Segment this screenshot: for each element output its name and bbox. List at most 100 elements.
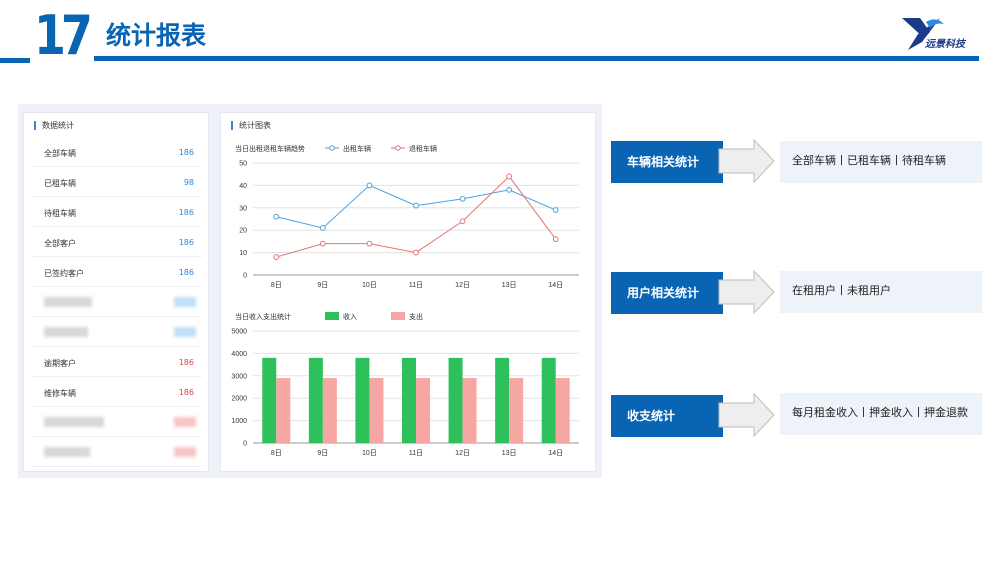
series-line xyxy=(276,175,557,258)
page-title: 统计报表 xyxy=(106,21,207,50)
stat-value: 186 xyxy=(178,208,194,217)
redacted-label xyxy=(44,417,104,427)
arrow-right-icon xyxy=(718,270,775,314)
stat-row: 逾期客户 186 xyxy=(32,347,202,377)
y-tick-label: 30 xyxy=(239,205,247,212)
legend-marker xyxy=(395,145,401,151)
data-point xyxy=(413,202,419,209)
redacted-label xyxy=(44,447,90,457)
y-tick-label: 10 xyxy=(239,250,247,257)
redacted-label xyxy=(44,297,92,307)
stat-value: 98 xyxy=(183,178,194,187)
redacted-value xyxy=(174,327,196,337)
x-tick-label: 14日 xyxy=(548,281,563,289)
x-tick-label: 8日 xyxy=(271,281,282,289)
data-point xyxy=(319,240,326,247)
stat-value: 186 xyxy=(178,238,194,247)
bar xyxy=(322,378,337,443)
x-tick-label: 12日 xyxy=(455,449,470,457)
header-rule xyxy=(94,56,979,61)
stat-value: 186 xyxy=(178,148,194,157)
dashboard-screenshot: 数据统计 全部车辆 186 已租车辆 98 待租车辆 186 全部客户 186 已签约客户 186… xyxy=(18,104,602,478)
stat-row xyxy=(32,287,202,317)
chart-title: 当日收入支出统计 xyxy=(235,312,291,321)
data-point xyxy=(366,240,373,247)
y-tick-label: 4000 xyxy=(231,351,247,358)
stat-value: 186 xyxy=(178,268,194,277)
stat-value: 186 xyxy=(178,388,194,397)
data-point xyxy=(273,213,280,220)
stat-label: 已签约客户 xyxy=(44,269,84,278)
legend-label: 支出 xyxy=(409,312,423,321)
data-point xyxy=(366,182,373,189)
x-tick-label: 11日 xyxy=(409,449,423,457)
stat-row xyxy=(32,407,202,437)
data-point xyxy=(319,225,326,231)
bar xyxy=(555,378,570,443)
stat-row: 已签约客户 186 xyxy=(32,257,202,287)
bar xyxy=(355,357,370,443)
data-point xyxy=(506,173,513,180)
stat-value: 186 xyxy=(178,358,194,367)
stat-label: 全部车辆 xyxy=(44,149,76,158)
stat-row: 待租车辆 186 xyxy=(32,197,202,227)
x-tick-label: 9日 xyxy=(317,281,328,289)
slide: 17 统计报表 远景科技 数据统计 全部车辆 186 已租车辆 98 待租车辆 186 全部… xyxy=(0,0,1000,562)
stat-label: 维修车辆 xyxy=(44,389,76,398)
x-tick-label: 12日 xyxy=(455,281,470,289)
x-tick-label: 13日 xyxy=(502,281,517,289)
bar xyxy=(276,378,291,443)
stat-row: 已租车辆 98 xyxy=(32,167,202,197)
stat-row: 维修车辆 186 xyxy=(32,377,202,407)
category-finance-stats: 收支统计 xyxy=(611,395,723,437)
legend-swatch xyxy=(391,312,405,320)
legend-label: 收入 xyxy=(343,312,357,321)
category-user-stats: 用户相关统计 xyxy=(611,272,723,314)
x-tick-label: 8日 xyxy=(271,449,282,457)
line-chart: 当日出租退租车辆趋势 出租车辆 退租车辆 0 10 20 30 40 50 8日 9日 10日 11日 1… xyxy=(235,144,579,289)
y-tick-label: 0 xyxy=(243,441,247,448)
bar xyxy=(262,357,277,443)
charts-card-title: 统计图表 xyxy=(231,121,271,130)
stats-card: 数据统计 全部车辆 186 已租车辆 98 待租车辆 186 全部客户 186 已签约客户 186… xyxy=(23,112,209,472)
data-point xyxy=(552,207,559,213)
y-tick-label: 50 xyxy=(239,161,247,168)
y-tick-label: 40 xyxy=(239,183,247,190)
x-tick-label: 11日 xyxy=(409,281,423,289)
stat-row: 全部客户 186 xyxy=(32,227,202,257)
legend-label: 退租车辆 xyxy=(409,144,437,153)
bar xyxy=(369,378,384,443)
bar xyxy=(308,357,323,443)
x-tick-label: 9日 xyxy=(317,449,328,457)
slide-number: 17 xyxy=(34,4,93,67)
desc-finance-stats: 每月租金收入丨押金收入丨押金退款 xyxy=(780,393,982,435)
legend-swatch xyxy=(325,312,339,320)
y-tick-label: 2000 xyxy=(231,396,247,403)
y-tick-label: 3000 xyxy=(231,373,247,380)
redacted-value xyxy=(174,447,196,457)
stat-label: 待租车辆 xyxy=(44,209,76,218)
y-tick-label: 5000 xyxy=(231,329,247,336)
redacted-value xyxy=(174,417,196,427)
data-point xyxy=(459,218,466,225)
y-tick-label: 20 xyxy=(239,228,247,235)
bar xyxy=(541,357,556,443)
x-tick-label: 13日 xyxy=(502,449,517,457)
desc-user-stats: 在租用户丨未租用户 xyxy=(780,271,982,313)
data-point xyxy=(413,249,419,256)
bar xyxy=(495,357,510,443)
bar xyxy=(462,378,477,443)
legend-marker xyxy=(329,145,335,151)
legend-label: 出租车辆 xyxy=(343,144,371,153)
stat-label: 全部客户 xyxy=(44,239,76,248)
category-vehicle-stats: 车辆相关统计 xyxy=(611,141,723,183)
logo-text: 远景科技 xyxy=(925,39,965,50)
x-tick-label: 10日 xyxy=(362,281,377,289)
y-tick-label: 0 xyxy=(243,273,247,280)
bar-chart: 当日收入支出统计 收入 支出 0 1000 2000 3000 4000 5000 8日 9日 10日… xyxy=(231,312,579,457)
arrow-right-icon xyxy=(718,139,775,183)
bar xyxy=(509,378,524,443)
charts-card: 统计图表 当日出租退租车辆趋势 出租车辆 退租车辆 0 10 20 30 40 50 8日 9日 10… xyxy=(220,112,596,472)
stat-row xyxy=(32,437,202,467)
desc-vehicle-stats: 全部车辆丨已租车辆丨待租车辆 xyxy=(780,141,982,183)
